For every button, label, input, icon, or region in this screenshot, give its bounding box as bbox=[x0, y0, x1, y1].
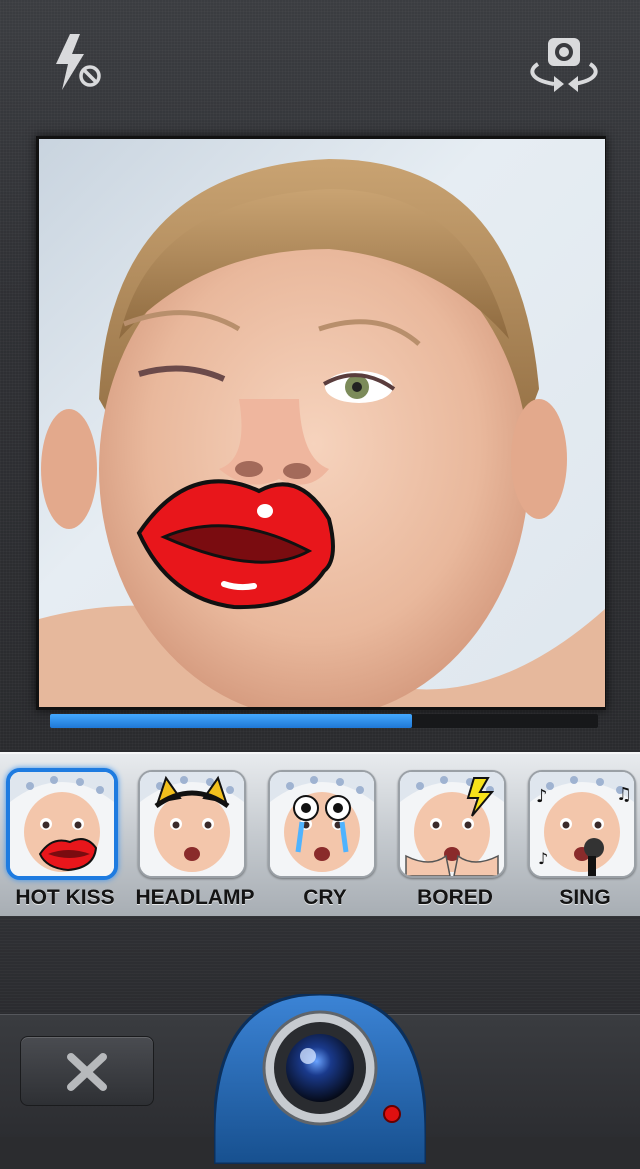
kiss-lips-icon bbox=[10, 772, 114, 876]
effect-hot-kiss[interactable]: HOT KISS bbox=[0, 768, 130, 909]
svg-text:♫: ♫ bbox=[616, 784, 632, 805]
effect-label: HOT KISS bbox=[15, 886, 115, 909]
effects-list: HOT KISS HEADLAMP CRY BORED ♪ ♫ ♪ SING bbox=[0, 768, 640, 909]
progress-bar bbox=[50, 714, 598, 728]
effect-sing[interactable]: ♪ ♫ ♪ SING bbox=[520, 768, 640, 909]
crying-eyes-icon bbox=[270, 772, 374, 876]
effect-label: HEADLAMP bbox=[135, 886, 255, 909]
face-photo bbox=[39, 159, 605, 707]
effect-label: CRY bbox=[303, 886, 347, 909]
effect-cry[interactable]: CRY bbox=[260, 768, 390, 909]
effect-label: BORED bbox=[417, 886, 493, 909]
effect-thumbnail[interactable] bbox=[138, 770, 246, 878]
effect-label: SING bbox=[559, 886, 611, 909]
progress-fill bbox=[50, 714, 412, 728]
effect-thumbnail[interactable]: ♪ ♫ ♪ bbox=[528, 770, 636, 878]
svg-text:♪: ♪ bbox=[538, 849, 548, 868]
effect-thumbnail[interactable] bbox=[398, 770, 506, 878]
effect-bored[interactable]: BORED bbox=[390, 768, 520, 909]
shutter-button[interactable] bbox=[212, 992, 428, 1166]
cancel-button[interactable] bbox=[20, 1036, 154, 1106]
camera-switch-icon bbox=[530, 38, 598, 92]
effect-thumbnail[interactable] bbox=[268, 770, 376, 878]
microphone-notes-icon: ♪ ♫ ♪ bbox=[530, 772, 634, 876]
effects-strip[interactable]: HOT KISS HEADLAMP CRY BORED ♪ ♫ ♪ SING bbox=[0, 752, 640, 918]
camera-preview-frame bbox=[36, 136, 606, 710]
switch-camera-button[interactable] bbox=[524, 34, 604, 96]
camera-lens-icon bbox=[212, 992, 428, 1166]
close-icon bbox=[67, 1053, 107, 1091]
svg-text:♪: ♪ bbox=[536, 786, 548, 807]
flash-off-icon bbox=[56, 34, 101, 90]
effect-thumbnail[interactable] bbox=[6, 768, 118, 880]
cat-ears-icon bbox=[140, 772, 244, 876]
camera-preview[interactable] bbox=[39, 139, 605, 707]
lightning-hands-icon bbox=[400, 772, 504, 876]
effect-headlamp[interactable]: HEADLAMP bbox=[130, 768, 260, 909]
flash-toggle-button[interactable] bbox=[48, 30, 108, 94]
